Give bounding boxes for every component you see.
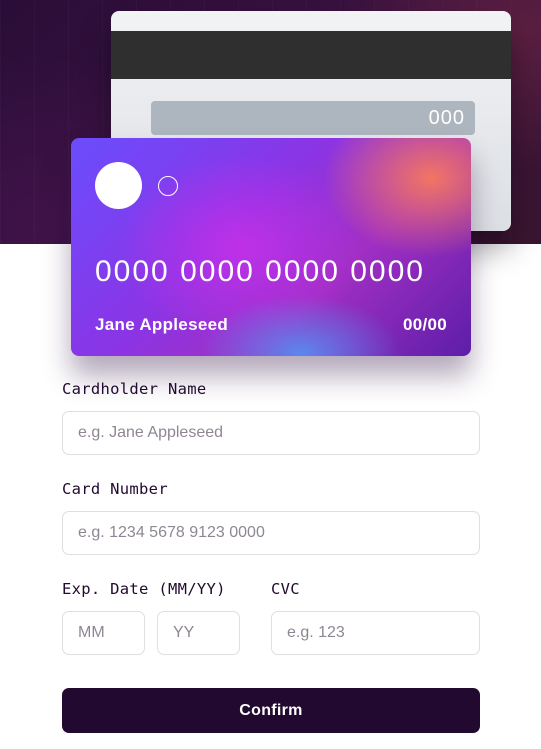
card-number-input[interactable]: [62, 511, 480, 555]
signature-strip: 000: [151, 101, 475, 135]
card-name-display: Jane Appleseed: [95, 315, 229, 334]
expiry-month-input[interactable]: [62, 611, 145, 655]
card-logo-circle-filled-icon: [95, 162, 142, 209]
magnetic-stripe: [111, 31, 511, 79]
card-expiry-display: 00/00: [402, 315, 447, 334]
expiry-year-input[interactable]: [157, 611, 240, 655]
cardholder-name-label: Cardholder Name: [62, 380, 207, 398]
confirm-button[interactable]: Confirm: [62, 688, 480, 733]
card-logo-circle-outline-icon: [158, 176, 178, 196]
cvc-input[interactable]: [271, 611, 480, 655]
cardholder-name-input[interactable]: [62, 411, 480, 455]
expiry-date-label: Exp. Date (MM/YY): [62, 580, 226, 598]
card-cvc-display: 000: [428, 106, 465, 129]
card-number-label: Card Number: [62, 480, 168, 498]
card-front: 0000 0000 0000 0000 Jane Appleseed 00/00: [71, 138, 471, 356]
cvc-label: CVC: [271, 580, 300, 598]
card-number-display: 0000 0000 0000 0000: [95, 255, 425, 288]
